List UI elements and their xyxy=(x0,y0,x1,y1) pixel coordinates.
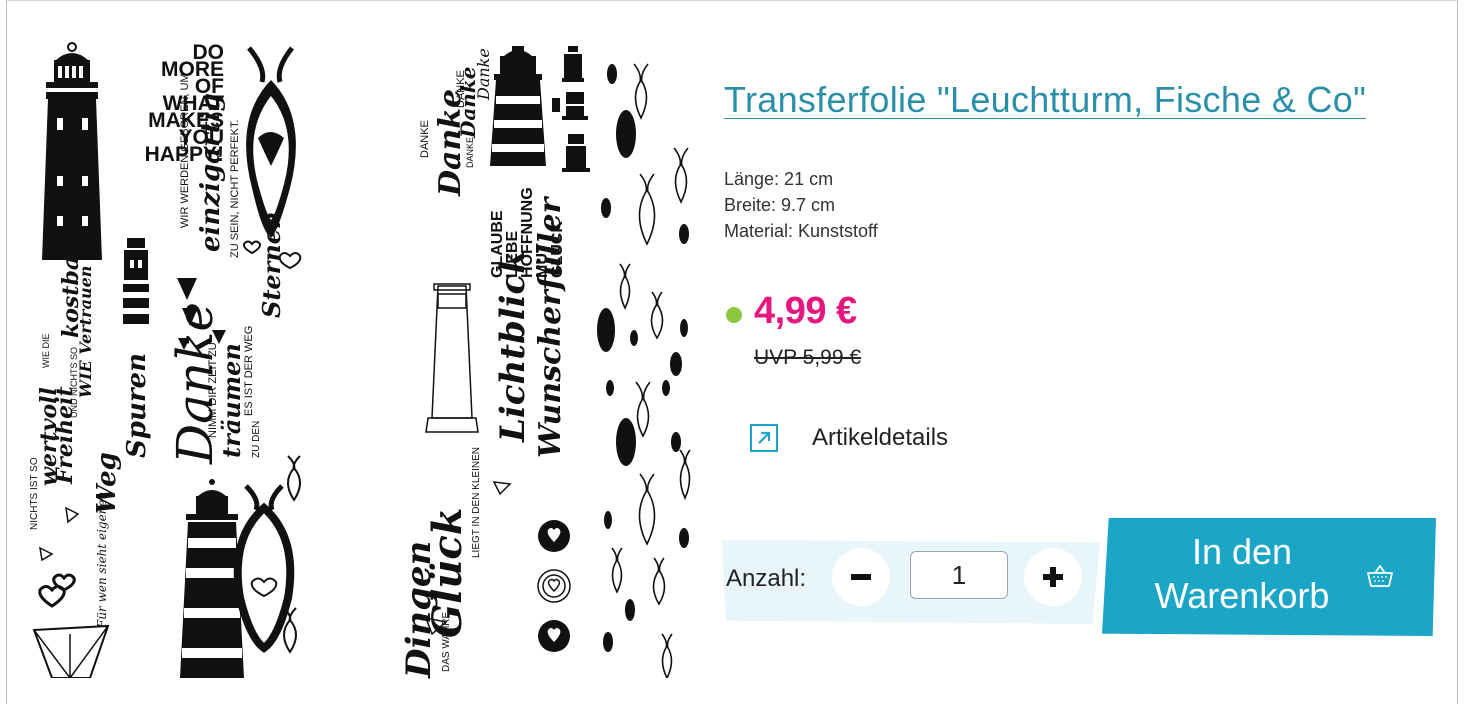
minus-icon xyxy=(851,574,871,580)
sheet1-line: Sternen xyxy=(257,211,286,319)
product-image-sheet-1[interactable]: DO MORE OF WHAT MAKES YOU HAPPY! WIR WERDEN GE… xyxy=(29,38,312,678)
availability-dot xyxy=(726,307,742,323)
sheet2-line: Danke xyxy=(474,48,493,100)
spec-width: Breite: 9.7 cm xyxy=(724,195,836,215)
quantity-label: Anzahl: xyxy=(726,565,807,592)
sheet1-line: WIE Vertrauen xyxy=(76,265,95,398)
add-to-cart-button[interactable]: In den Warenkorb xyxy=(1102,518,1436,636)
article-details-link[interactable]: Artikeldetails xyxy=(750,424,948,452)
sheet1-line: einzigartig xyxy=(196,93,226,252)
quantity-decrease-button[interactable] xyxy=(832,548,890,606)
sheet2-line: Lichtblick xyxy=(493,250,533,442)
plus-icon xyxy=(1043,567,1063,587)
sheet1-line: WIR WERDEN GEBOREN, UM xyxy=(179,73,191,228)
sheet1-line: ZU SEIN, NICHT PERFEKT. xyxy=(229,119,241,258)
sheet1-line: Spuren xyxy=(122,352,152,458)
spec-material: Material: Kunststoff xyxy=(724,221,878,241)
add-to-cart-label: In den Warenkorb xyxy=(1154,531,1330,616)
product-gallery[interactable]: DO MORE OF WHAT MAKES YOU HAPPY! WIR WERDEN GE… xyxy=(0,0,700,704)
uvp-price: UVP 5,99 € xyxy=(754,346,862,369)
spec-length: Länge: 21 cm xyxy=(724,169,834,189)
basket-icon xyxy=(1367,564,1393,587)
sheet1-line: ES IST DER WEG xyxy=(243,325,255,416)
sheet2-line: DANKE xyxy=(419,120,431,158)
quantity-input[interactable] xyxy=(910,551,1008,599)
sheet1-line: träumen xyxy=(217,343,246,458)
sheet2-line: Wunscherfüller xyxy=(533,197,568,458)
sheet1-line: Für wen sieht eigenen xyxy=(95,491,109,628)
article-details-label: Artikeldetails xyxy=(812,424,949,451)
sheet1-line: ZU DEN xyxy=(251,420,262,458)
fish-pattern xyxy=(597,63,691,678)
sheet2-line: LIEGT IN DEN KLEINEN xyxy=(471,447,482,558)
product-specs: Länge: 21 cm Breite: 9.7 cm Material: Ku… xyxy=(724,166,878,244)
product-image-sheet-2[interactable]: DANKE Danke DANKE Danke DANKE Danke GLAU… xyxy=(399,38,696,678)
product-title-link[interactable]: Transferfolie "Leuchtturm, Fische & Co" xyxy=(724,79,1366,121)
quantity-increase-button[interactable] xyxy=(1024,548,1082,606)
sheet1-line: WIE DIE xyxy=(41,333,51,368)
sheet2-line: Dingen xyxy=(399,540,439,678)
product-price: 4,99 € xyxy=(754,290,857,332)
sheet2-line: DANKE xyxy=(465,136,475,168)
external-link-icon xyxy=(750,424,778,452)
product-info: Transferfolie "Leuchtturm, Fische & Co" … xyxy=(722,0,1444,704)
